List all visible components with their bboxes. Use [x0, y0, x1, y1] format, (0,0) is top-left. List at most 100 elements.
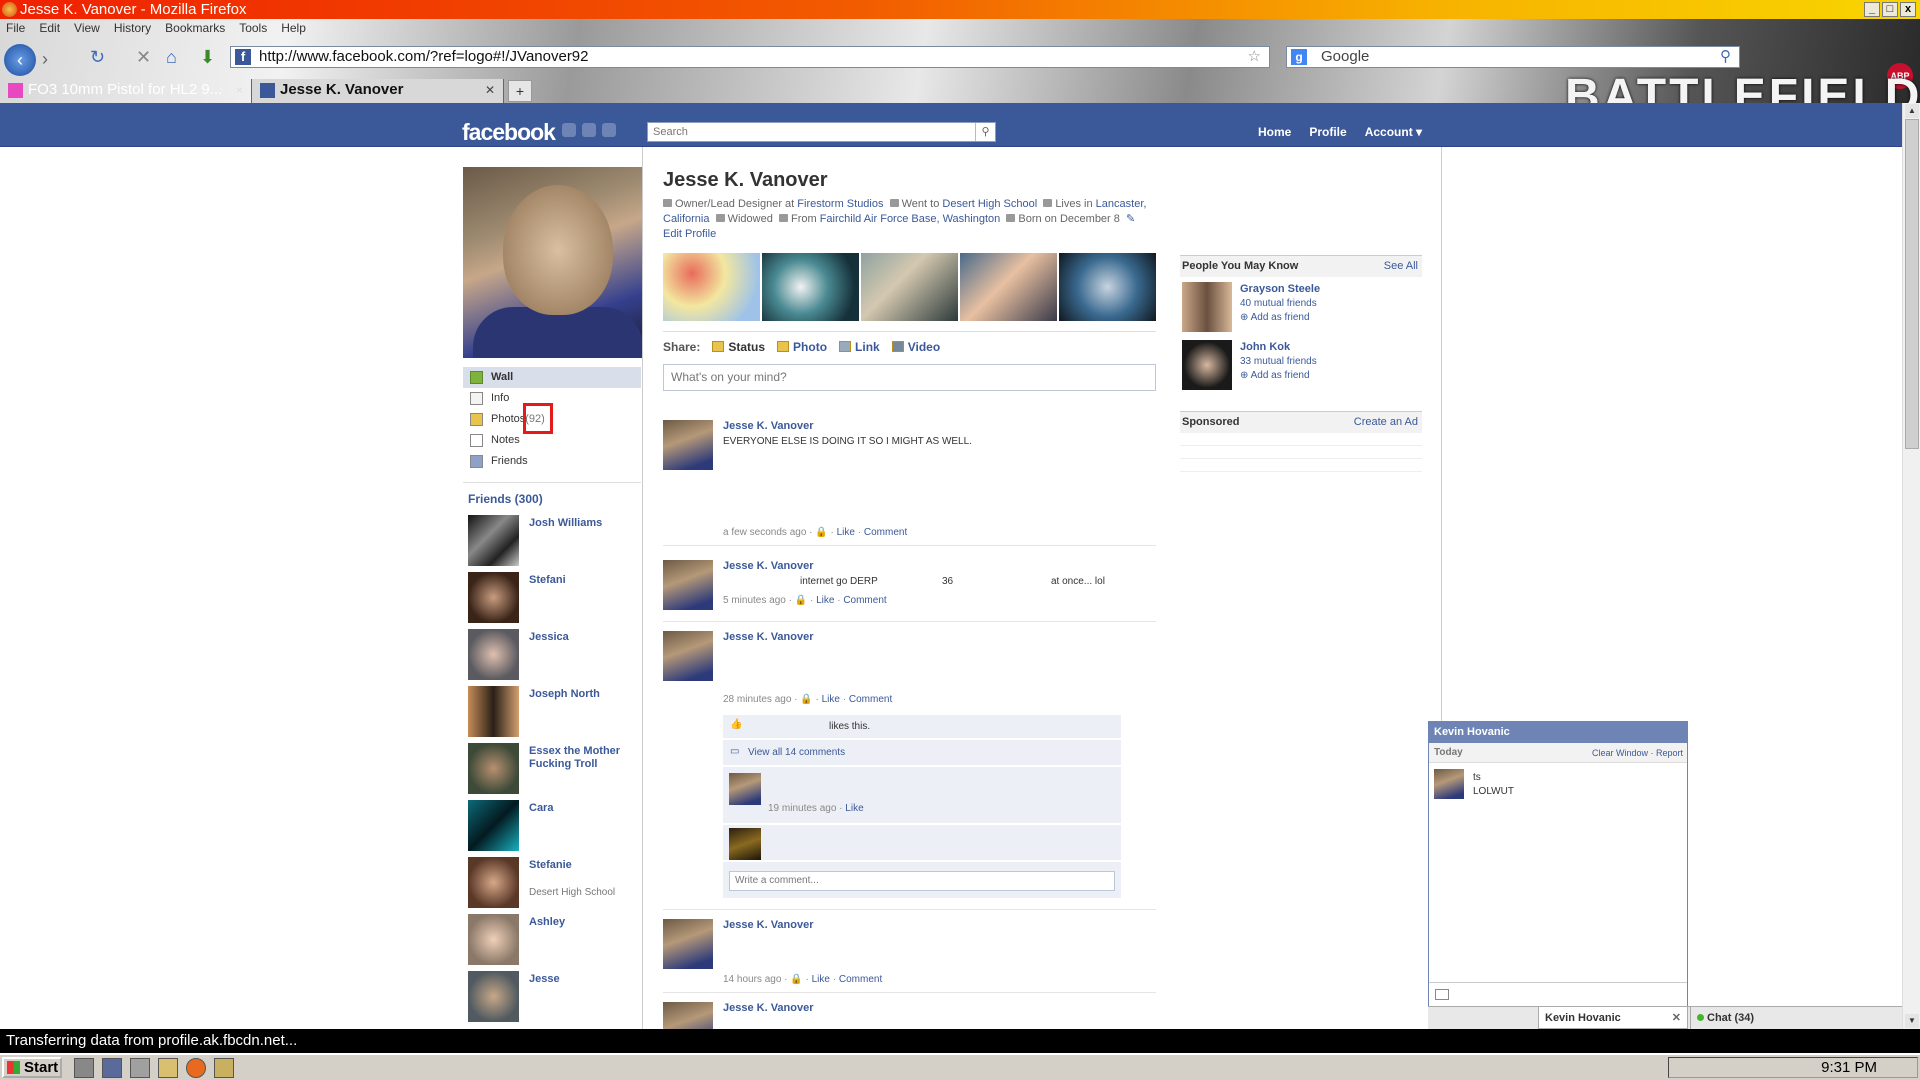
- share-status[interactable]: Status: [712, 340, 765, 354]
- chat-input[interactable]: [1429, 982, 1687, 1006]
- friend-requests-icon[interactable]: [562, 123, 576, 137]
- comment-avatar[interactable]: [729, 828, 761, 860]
- folder-icon[interactable]: [158, 1058, 178, 1078]
- recent-photo[interactable]: [861, 253, 958, 321]
- friend-item[interactable]: Josh Williams: [468, 515, 638, 567]
- comment-link[interactable]: Comment: [843, 595, 886, 606]
- chat-avatar[interactable]: [1434, 769, 1464, 799]
- app-icon[interactable]: [102, 1058, 122, 1078]
- friend-name[interactable]: Stefanie: [529, 859, 637, 872]
- steam-icon[interactable]: [74, 1058, 94, 1078]
- school-link[interactable]: Desert High School: [942, 198, 1037, 210]
- friend-name[interactable]: Jesse: [529, 973, 637, 986]
- from-link[interactable]: Fairchild Air Force Base, Washington: [820, 213, 1001, 225]
- menu-history[interactable]: History: [114, 21, 151, 35]
- menu-view[interactable]: View: [74, 21, 100, 35]
- friend-avatar[interactable]: [468, 971, 519, 1022]
- pymk-name[interactable]: Grayson Steele: [1240, 283, 1320, 295]
- friend-item[interactable]: Stefani: [468, 572, 638, 624]
- comment-link[interactable]: Comment: [849, 694, 892, 705]
- share-video[interactable]: Video: [891, 340, 940, 354]
- comment-link[interactable]: Comment: [864, 527, 907, 538]
- app-icon[interactable]: [130, 1058, 150, 1078]
- like-link[interactable]: Like: [816, 595, 834, 606]
- friend-name[interactable]: Stefani: [529, 574, 637, 587]
- recent-photo[interactable]: [762, 253, 859, 321]
- facebook-logo[interactable]: facebook: [462, 119, 556, 146]
- notifications-icon[interactable]: [602, 123, 616, 137]
- scroll-up-icon[interactable]: ▲: [1905, 104, 1919, 118]
- friend-avatar[interactable]: [468, 515, 519, 566]
- friend-avatar[interactable]: [468, 914, 519, 965]
- back-icon[interactable]: ‹: [4, 44, 36, 76]
- post-author[interactable]: Jesse K. Vanover: [723, 420, 814, 432]
- page-scrollbar[interactable]: ▲ ▼: [1902, 103, 1920, 1029]
- friend-item[interactable]: Ashley: [468, 914, 638, 966]
- friend-avatar[interactable]: [468, 686, 519, 737]
- pymk-avatar[interactable]: [1182, 340, 1232, 390]
- search-icon[interactable]: ⚲: [975, 123, 995, 141]
- firefox-icon[interactable]: [186, 1058, 206, 1078]
- stop-icon[interactable]: ✕: [136, 47, 151, 68]
- friend-avatar[interactable]: [468, 857, 519, 908]
- recent-photo[interactable]: [1059, 253, 1156, 321]
- chat-dock-tab[interactable]: Kevin Hovanic ✕: [1538, 1007, 1688, 1029]
- friend-item[interactable]: Jessica: [468, 629, 638, 681]
- menu-edit[interactable]: Edit: [39, 21, 60, 35]
- post-author[interactable]: Jesse K. Vanover: [723, 1002, 814, 1014]
- tab-close-icon[interactable]: ×: [236, 79, 243, 101]
- recent-photo[interactable]: [663, 253, 760, 321]
- chat-dock-button[interactable]: Chat (34): [1690, 1007, 1890, 1029]
- friend-name[interactable]: Ashley: [529, 916, 637, 929]
- messages-icon[interactable]: [582, 123, 596, 137]
- post-avatar[interactable]: [663, 919, 713, 969]
- scroll-thumb[interactable]: [1905, 119, 1919, 449]
- friend-name[interactable]: Jessica: [529, 631, 637, 644]
- share-photo[interactable]: Photo: [777, 340, 827, 354]
- add-friend-link[interactable]: ⊕ Add as friend: [1240, 370, 1310, 381]
- menu-bookmarks[interactable]: Bookmarks: [165, 21, 225, 35]
- leftnav-wall[interactable]: Wall: [463, 367, 641, 388]
- friend-avatar[interactable]: [468, 800, 519, 851]
- friend-name[interactable]: Joseph North: [529, 688, 637, 701]
- url-bar[interactable]: f http://www.facebook.com/?ref=logo#!/JV…: [230, 46, 1270, 68]
- home-icon[interactable]: ⌂: [166, 47, 177, 68]
- tab-fo3-pistol[interactable]: FO3 10mm Pistol for HL2 9... ×: [0, 79, 252, 103]
- view-all-comments-row[interactable]: ▭ View all 14 comments: [723, 740, 1121, 766]
- close-icon[interactable]: ✕: [1672, 1007, 1681, 1029]
- write-comment-input[interactable]: Write a comment...: [729, 871, 1115, 891]
- pymk-mutual[interactable]: 33 mutual friends: [1240, 356, 1317, 367]
- tab-jesse-vanover[interactable]: Jesse K. Vanover ✕: [252, 79, 504, 103]
- like-link[interactable]: Like: [812, 974, 830, 985]
- friends-header[interactable]: Friends (300): [468, 492, 543, 506]
- emoticon-icon[interactable]: [1435, 989, 1449, 1000]
- friend-item[interactable]: Stefanie Desert High School: [468, 857, 638, 909]
- friend-item[interactable]: Cara: [468, 800, 638, 852]
- post-avatar[interactable]: [663, 631, 713, 681]
- friend-name[interactable]: Josh Williams: [529, 517, 637, 530]
- friend-item[interactable]: Essex the Mother Fucking Troll: [468, 743, 638, 795]
- post-avatar[interactable]: [663, 420, 713, 470]
- maximize-button[interactable]: □: [1882, 2, 1898, 17]
- profile-picture[interactable]: [463, 167, 642, 358]
- recent-photo[interactable]: [960, 253, 1057, 321]
- friend-item[interactable]: Jesse: [468, 971, 638, 1023]
- download-icon[interactable]: ⬇: [200, 47, 215, 68]
- minimize-button[interactable]: _: [1864, 2, 1880, 17]
- menu-file[interactable]: File: [6, 21, 25, 35]
- view-all-comments-link[interactable]: View all 14 comments: [748, 747, 845, 758]
- job-link[interactable]: Firestorm Studios: [797, 198, 883, 210]
- friend-name[interactable]: Cara: [529, 802, 637, 815]
- clock[interactable]: 9:31 PM: [1821, 1059, 1877, 1076]
- post-author[interactable]: Jesse K. Vanover: [723, 919, 814, 931]
- create-ad-link[interactable]: Create an Ad: [1354, 412, 1418, 432]
- status-input[interactable]: What's on your mind?: [663, 364, 1156, 391]
- pymk-avatar[interactable]: [1182, 282, 1232, 332]
- post-avatar[interactable]: [663, 1002, 713, 1029]
- nav-profile[interactable]: Profile: [1309, 125, 1346, 139]
- fb-search-input[interactable]: Search ⚲: [647, 122, 996, 142]
- clear-window-link[interactable]: Clear Window: [1592, 748, 1648, 758]
- share-link[interactable]: Link: [839, 340, 880, 354]
- menu-help[interactable]: Help: [281, 21, 306, 35]
- menu-tools[interactable]: Tools: [239, 21, 267, 35]
